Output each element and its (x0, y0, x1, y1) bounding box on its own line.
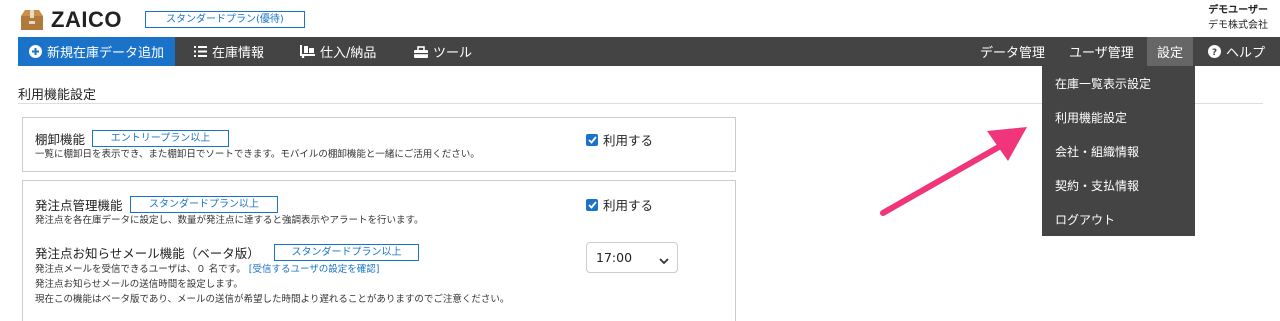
beta-notice: 現在この機能はベータ版であり、メールの送信が希望した時間より遅れることがあります… (35, 294, 510, 305)
sub-feature-name: 発注点お知らせメール機能（ベータ版） (35, 246, 260, 261)
feature-description: 一覧に棚卸日を表示でき、また棚卸日でソートできます。モバイルの棚卸機能と一緒にご… (35, 149, 480, 160)
add-inventory-button[interactable]: 新規在庫データ追加 (18, 37, 175, 66)
nav-user-management[interactable]: ユーザ管理 (1069, 37, 1134, 66)
nav-help-label: ヘルプ (1226, 46, 1266, 61)
chevron-down-icon (659, 253, 669, 268)
nav-inventory-label: 在庫情報 (212, 46, 265, 61)
logo-text: ZAICO (51, 7, 122, 32)
nav-tools-label: ツール (433, 46, 473, 61)
send-time-description: 発注点お知らせメールの送信時間を設定します。 (35, 279, 243, 290)
settings-dropdown-menu: 在庫一覧表示設定 利用機能設定 会社・組織情報 契約・支払情報 ログアウト (1042, 66, 1195, 236)
nav-settings[interactable]: 設定 (1147, 37, 1194, 66)
plan-badge: スタンダードプラン(優待) (145, 11, 305, 28)
plan-tag: エントリープラン以上 (92, 130, 229, 147)
feature-name: 棚卸機能 (35, 132, 86, 147)
top-header: ZAICO スタンダードプラン(優待) デモユーザー デモ株式会社 (0, 0, 1280, 37)
nav-data-management[interactable]: データ管理 (980, 37, 1045, 66)
nav-tools[interactable]: ツール (414, 37, 472, 66)
add-inventory-label: 新規在庫データ追加 (47, 46, 165, 61)
help-circle-icon: ? (1208, 45, 1221, 58)
enable-checkbox[interactable]: 利用する (586, 130, 653, 149)
toolbox-icon (414, 45, 428, 58)
nav-purchase[interactable]: 仕入/納品 (300, 37, 376, 66)
checkmark-icon (586, 198, 598, 211)
mail-recipients-text: 発注点メールを受信できるユーザは、０ 名です。 [受信するユーザの設定を確認] (35, 263, 379, 277)
feature-card-reorder-point: 発注点管理機能 スタンダードプラン以上 発注点を各在庫データに設定し、数量が発注… (22, 180, 736, 321)
checkmark-icon (586, 133, 598, 146)
plus-circle-icon (29, 45, 42, 58)
recipients-count-text: 発注点メールを受信できるユーザは、０ 名です。 (35, 264, 246, 275)
feature-name: 発注点管理機能 (35, 198, 123, 213)
feature-card-tanaoroshi: 棚卸機能 エントリープラン以上 一覧に棚卸日を表示でき、また棚卸日でソートできま… (22, 117, 736, 172)
menu-item-company-info[interactable]: 会社・組織情報 (1042, 134, 1195, 168)
user-name: デモユーザー (1208, 5, 1268, 16)
nav-purchase-label: 仕入/納品 (320, 46, 377, 61)
menu-item-contract-payment[interactable]: 契約・支払情報 (1042, 168, 1195, 202)
menu-item-inventory-display[interactable]: 在庫一覧表示設定 (1042, 66, 1195, 100)
send-time-value: 17:00 (596, 250, 633, 265)
menu-item-logout[interactable]: ログアウト (1042, 202, 1195, 236)
dolly-icon (300, 45, 315, 58)
page-title: 利用機能設定 (18, 88, 97, 103)
checkbox-label: 利用する (603, 133, 654, 148)
svg-text:?: ? (1212, 48, 1217, 58)
box-logo-icon (20, 9, 44, 31)
main-nav: 新規在庫データ追加 在庫情報 仕入/納品 ツール データ管理 ユーザ管理 設定 … (18, 37, 1280, 66)
plan-tag: スタンダードプラン以上 (130, 196, 278, 213)
nav-help[interactable]: ? ヘルプ (1208, 37, 1265, 66)
user-info[interactable]: デモユーザー デモ株式会社 (1208, 3, 1268, 33)
check-recipients-link[interactable]: [受信するユーザの設定を確認] (249, 264, 380, 275)
plan-tag: スタンダードプラン以上 (274, 244, 419, 261)
list-icon (194, 46, 207, 57)
send-time-select[interactable]: 17:00 (586, 242, 678, 273)
nav-inventory[interactable]: 在庫情報 (194, 37, 264, 66)
feature-description: 発注点を各在庫データに設定し、数量が発注点に達すると強調表示やアラートを行います… (35, 215, 424, 226)
checkbox-label: 利用する (603, 198, 654, 213)
logo[interactable]: ZAICO (20, 7, 122, 33)
company-name: デモ株式会社 (1208, 20, 1268, 31)
enable-checkbox[interactable]: 利用する (586, 195, 653, 214)
menu-item-feature-settings[interactable]: 利用機能設定 (1042, 100, 1195, 134)
